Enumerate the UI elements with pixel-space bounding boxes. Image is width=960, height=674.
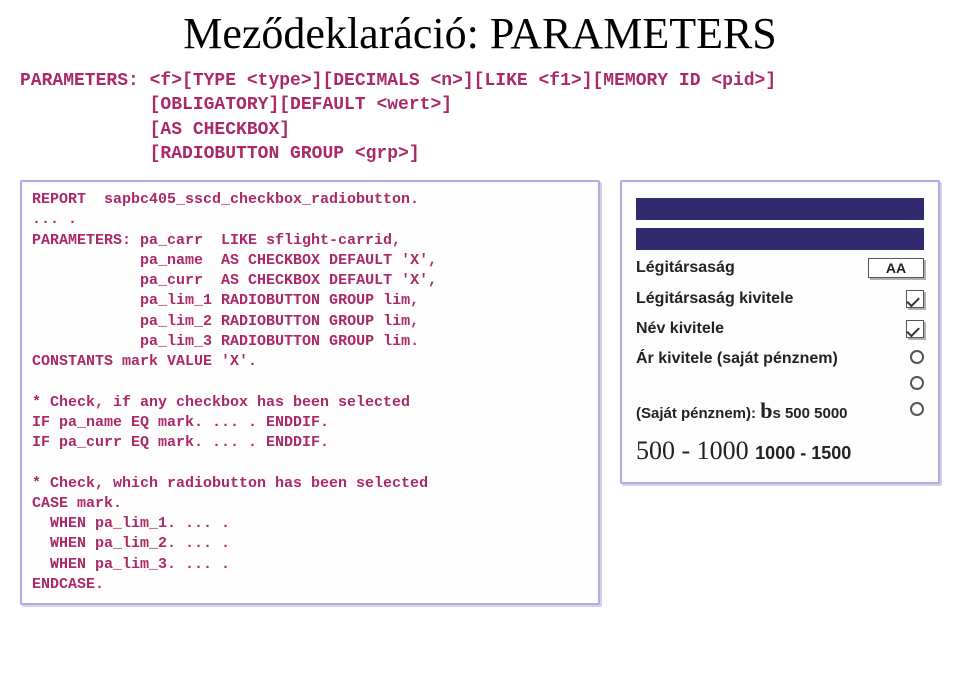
panel-bar-1 xyxy=(636,198,924,220)
price-output-label: Ár kivitele (saját pénznem) xyxy=(636,350,910,368)
name-output-row: Név kivitele xyxy=(636,320,924,338)
range-small: 1000 - 1500 xyxy=(755,443,851,463)
range-line: 500 - 1000 1000 - 1500 xyxy=(636,436,924,466)
radio-lim-3[interactable] xyxy=(910,402,924,416)
airline-field[interactable]: AA xyxy=(868,258,924,278)
content-row: REPORT sapbc405_sscd_checkbox_radiobutto… xyxy=(20,180,940,605)
form-panel: Légitársaság AA Légitársaság kivitele Né… xyxy=(620,180,940,484)
radio-lim-1[interactable] xyxy=(910,350,924,364)
airline-output-label: Légitársaság kivitele xyxy=(636,290,906,308)
radio-lim-2[interactable] xyxy=(910,376,924,390)
radio-group-lim xyxy=(910,350,924,416)
code-sample: REPORT sapbc405_sscd_checkbox_radiobutto… xyxy=(20,180,600,605)
page-title: Meződeklaráció: PARAMETERS xyxy=(20,8,940,59)
airline-output-checkbox[interactable] xyxy=(906,290,924,308)
own-currency-b: b xyxy=(760,398,772,423)
panel-bar-2 xyxy=(636,228,924,250)
range-main: 500 - 1000 xyxy=(636,436,749,465)
own-currency-value: s 500 5000 xyxy=(772,405,847,422)
airline-output-row: Légitársaság kivitele xyxy=(636,290,924,308)
syntax-declaration: PARAMETERS: <f>[TYPE <type>][DECIMALS <n… xyxy=(20,69,940,166)
name-output-checkbox[interactable] xyxy=(906,320,924,338)
price-output-row: Ár kivitele (saját pénznem) (Saját pénzn… xyxy=(636,350,924,424)
airline-row: Légitársaság AA xyxy=(636,258,924,278)
name-output-label: Név kivitele xyxy=(636,320,906,338)
own-currency-line: (Saját pénznem): bs 500 5000 xyxy=(636,398,910,424)
own-currency-prefix: (Saját pénznem): xyxy=(636,405,760,422)
airline-label: Légitársaság xyxy=(636,259,868,277)
